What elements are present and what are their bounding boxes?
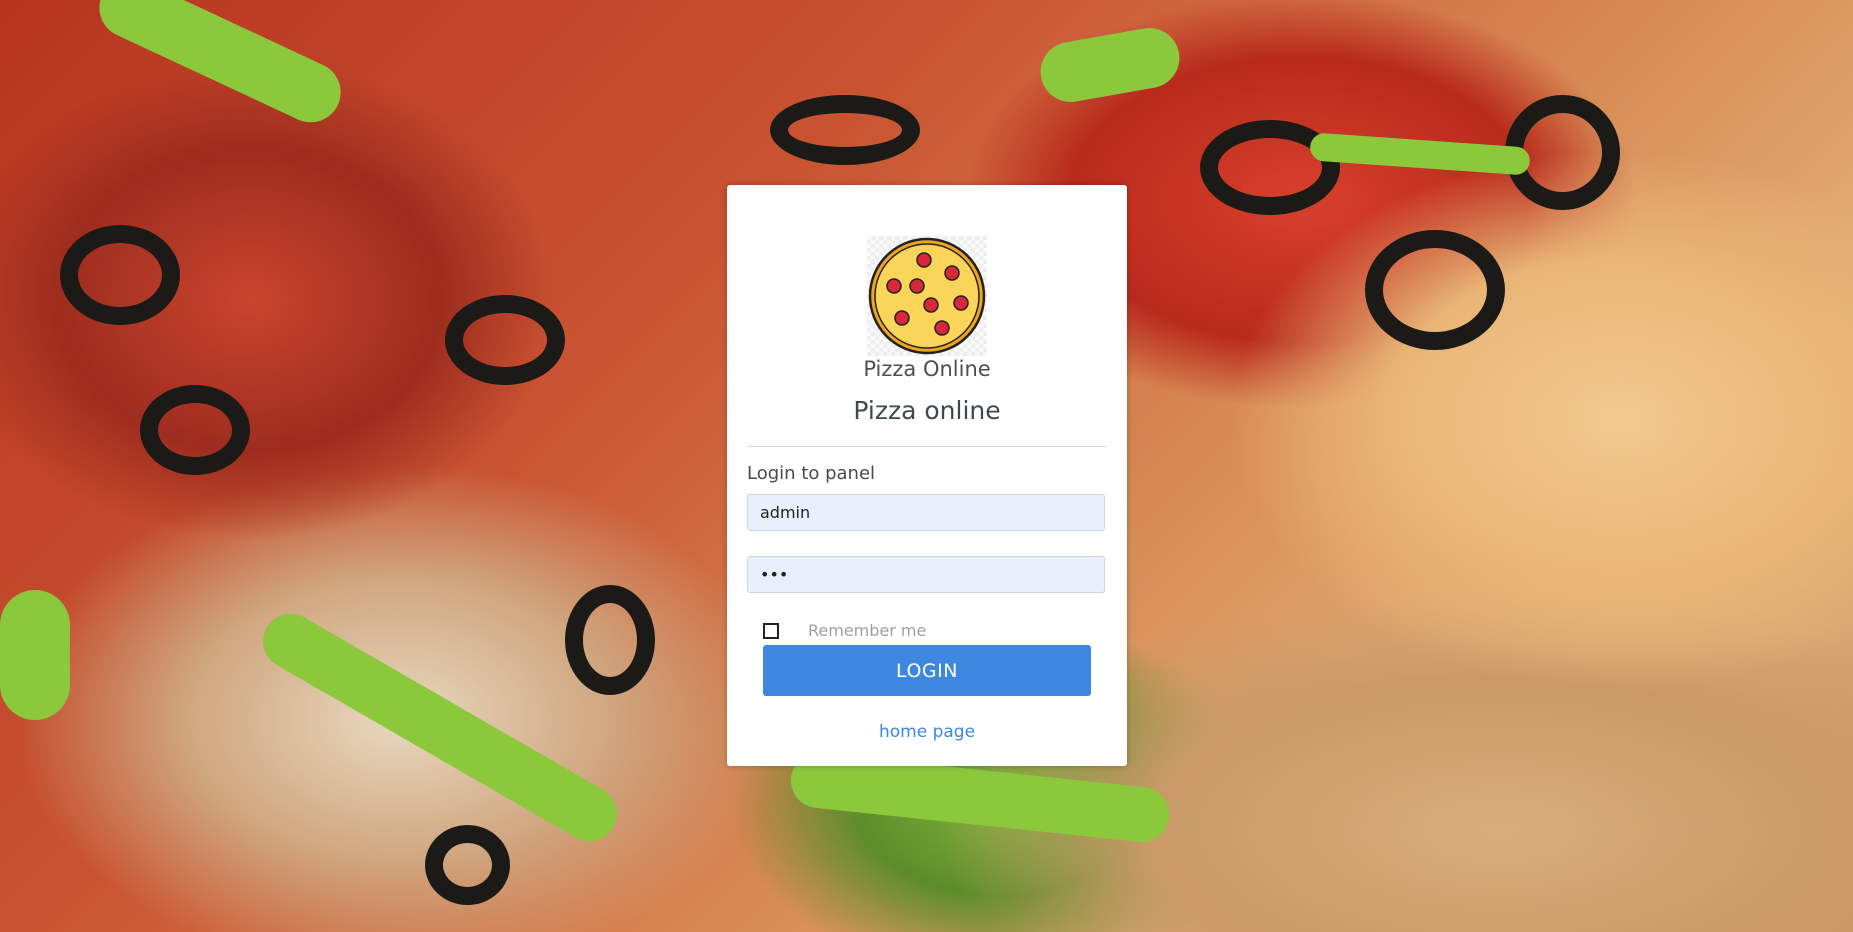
brand-name: Pizza Online [863,357,991,381]
pepper-decoration [0,590,70,720]
divider [747,446,1107,447]
olive-decoration [770,95,920,165]
olive-decoration [140,385,250,475]
username-input[interactable] [747,494,1105,531]
pepper-decoration [1035,23,1185,107]
olive-decoration [60,225,180,325]
login-card: Pizza Online Pizza online Login to panel… [727,185,1127,766]
pizza-icon [867,236,987,356]
olive-decoration [425,825,510,905]
olive-decoration [565,585,655,695]
remember-me-checkbox[interactable] [763,623,779,639]
pepper-decoration [89,0,351,133]
olive-decoration [445,295,565,385]
home-page-link[interactable]: home page [727,722,1127,742]
password-input[interactable] [747,556,1105,593]
login-button[interactable]: LOGIN [763,645,1091,696]
form-heading: Login to panel [747,463,876,484]
pepper-decoration [1309,132,1531,176]
page-title: Pizza online [853,396,1001,425]
olive-decoration [1365,230,1505,350]
remember-me-label[interactable]: Remember me [808,621,926,640]
